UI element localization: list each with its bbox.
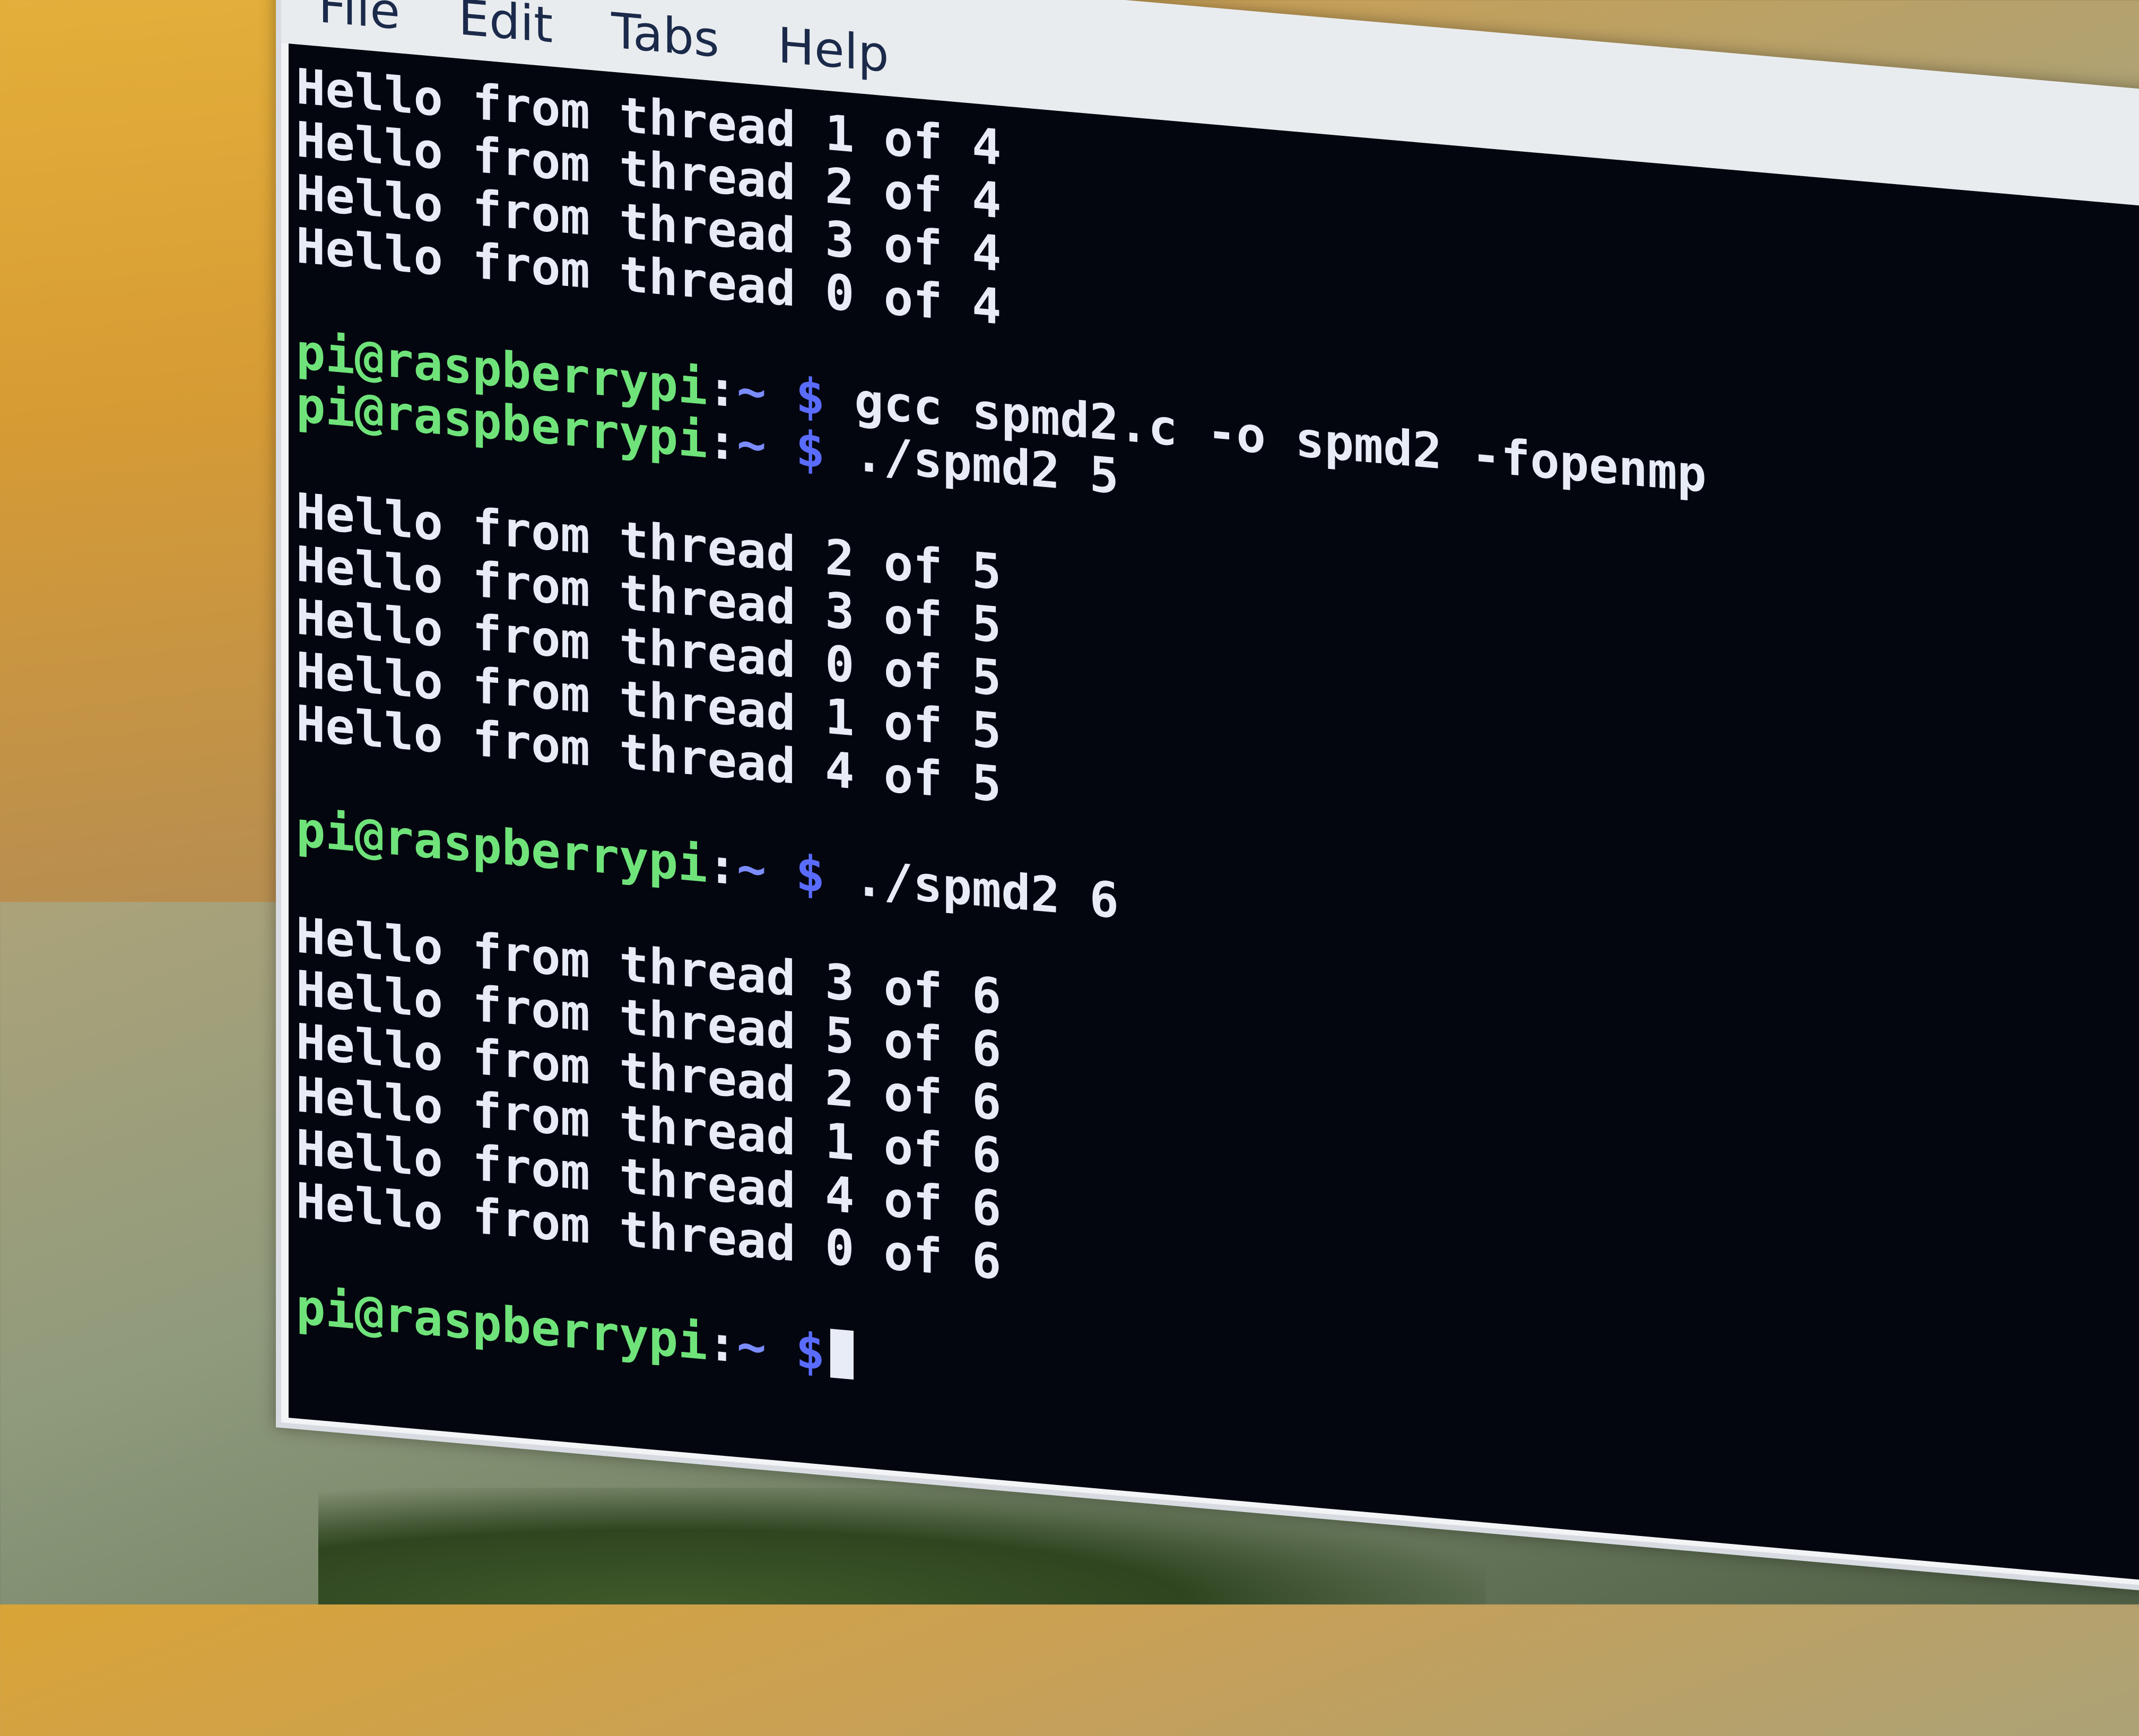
menu-file[interactable]: File xyxy=(318,0,400,53)
prompt-separator: : xyxy=(707,1314,737,1374)
prompt-symbol: $ xyxy=(795,367,825,427)
prompt-symbol: $ xyxy=(795,1322,825,1382)
terminal-window: File Edit Tabs Help Hello from thread 1 … xyxy=(276,0,2139,1593)
prompt-symbol: $ xyxy=(795,420,825,480)
prompt-separator: : xyxy=(707,412,737,472)
terminal-output[interactable]: Hello from thread 1 of 4 Hello from thre… xyxy=(289,44,2139,1583)
menu-edit[interactable]: Edit xyxy=(458,0,553,67)
menu-tabs[interactable]: Tabs xyxy=(611,2,719,81)
prompt-path: ~ xyxy=(736,415,767,474)
terminal-window-stage: File Edit Tabs Help Hello from thread 1 … xyxy=(276,0,2139,1733)
text-cursor[interactable] xyxy=(830,1329,854,1380)
prompt-path: ~ xyxy=(736,1317,767,1376)
prompt-path: ~ xyxy=(736,362,767,421)
prompt-path: ~ xyxy=(736,839,767,899)
prompt-separator: : xyxy=(707,359,737,419)
menu-help[interactable]: Help xyxy=(778,17,889,96)
prompt-separator: : xyxy=(707,837,737,897)
prompt-symbol: $ xyxy=(795,844,825,904)
